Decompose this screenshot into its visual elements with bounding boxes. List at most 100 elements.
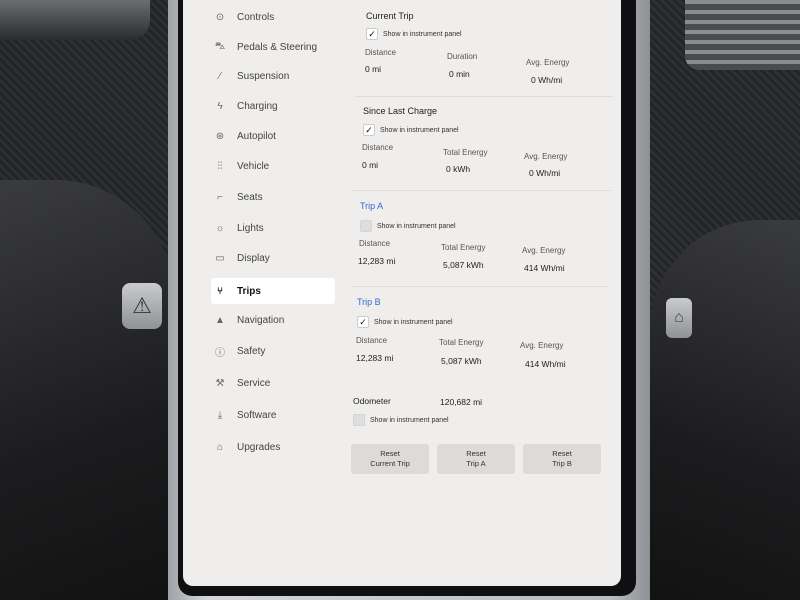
slc-distance-value: 0 mi — [362, 160, 379, 170]
current-trip-duration-value: 0 min — [449, 69, 470, 79]
glovebox-icon: ⌂ — [674, 309, 684, 326]
slc-total-energy-value: 0 kWh — [446, 164, 471, 174]
sliders-icon: ⫶⫶ — [217, 160, 223, 172]
slc-avg-energy-value: 0 Wh/mi — [529, 168, 561, 178]
trip-a-distance-label: Distance — [359, 239, 391, 248]
trip-a-avg-energy-label: Avg. Energy — [522, 246, 566, 255]
sidebar-item-vehicle[interactable]: ⫶⫶ Vehicle — [211, 153, 335, 179]
current-trip-show-checkbox[interactable]: ✓ Show in instrument panel — [366, 28, 462, 40]
button-label-line1: Reset — [466, 449, 486, 458]
sidebar-item-label: Pedals & Steering — [237, 41, 318, 53]
sidebar-item-safety[interactable]: ⓘ Safety — [211, 338, 335, 364]
trip-a-title: Trip A — [360, 201, 384, 211]
trip-a-distance-value: 12,283 mi — [358, 256, 396, 266]
odometer-show-checkbox[interactable]: ✓ Show in instrument panel — [353, 414, 449, 426]
sidebar-item-label: Charging — [237, 100, 278, 112]
trip-a-total-energy-value: 5,087 kWh — [443, 260, 484, 270]
button-label-line1: Reset — [380, 449, 400, 458]
touch-screen: ⊙ Controls ⛍ Pedals & Steering ⁄ Suspens… — [183, 0, 621, 586]
wrench-icon: ⚒ — [215, 377, 225, 389]
since-last-charge-title: Since Last Charge — [363, 106, 438, 116]
checkmark-icon: ✓ — [357, 316, 369, 328]
trip-b-title: Trip B — [357, 297, 381, 307]
sidebar-item-pedals-steering[interactable]: ⛍ Pedals & Steering — [211, 34, 335, 60]
sidebar-item-controls[interactable]: ⊙ Controls — [211, 4, 335, 30]
trip-b-show-checkbox[interactable]: ✓ Show in instrument panel — [357, 316, 453, 328]
sidebar-item-navigation[interactable]: ▲ Navigation — [211, 307, 335, 333]
checkmark-icon: ✓ — [366, 28, 378, 40]
dashboard-trim-right — [650, 220, 800, 600]
current-trip-duration-label: Duration — [447, 52, 478, 61]
trip-a-show-checkbox[interactable]: ✓ Show in instrument panel — [360, 220, 456, 232]
trip-b-distance-label: Distance — [356, 336, 388, 345]
sidebar-item-label: Controls — [237, 11, 275, 23]
odometer-label: Odometer — [353, 396, 391, 406]
reset-trip-a-button[interactable]: Reset Trip A — [437, 444, 515, 474]
current-trip-energy-label: Avg. Energy — [526, 58, 570, 67]
steering-wheel-icon: ⊛ — [215, 130, 225, 142]
sidebar-item-label: Lights — [237, 222, 264, 234]
sidebar-item-software[interactable]: ⤓ Software — [211, 402, 335, 428]
navigation-arrow-icon: ▲ — [215, 314, 225, 326]
current-trip-distance-label: Distance — [365, 48, 397, 57]
odometer-value: 120,682 mi — [440, 397, 483, 407]
checkmark-icon: ✓ — [363, 124, 375, 136]
seat-icon: ⌐ — [217, 191, 223, 203]
sidebar-item-label: Service — [237, 377, 271, 389]
divider — [351, 286, 609, 287]
light-icon: ☼ — [215, 222, 225, 234]
sidebar-item-trips[interactable]: ⑂ Trips — [211, 278, 335, 304]
sidebar-item-lights[interactable]: ☼ Lights — [211, 215, 335, 241]
settings-sidebar: ⊙ Controls ⛍ Pedals & Steering ⁄ Suspens… — [183, 0, 335, 586]
reset-current-trip-button[interactable]: Reset Current Trip — [351, 444, 429, 474]
sidebar-item-upgrades[interactable]: ⌂ Upgrades — [211, 434, 335, 460]
hazard-button[interactable]: ⚠ — [122, 283, 162, 329]
trips-panel: Current Trip ✓ Show in instrument panel … — [341, 0, 617, 586]
safety-icon: ⓘ — [215, 347, 225, 359]
display-icon: ▭ — [215, 252, 225, 264]
trips-icon: ⑂ — [217, 285, 223, 297]
sidebar-item-label: Display — [237, 252, 270, 264]
suspension-icon: ⁄ — [219, 70, 221, 82]
slc-avg-energy-label: Avg. Energy — [524, 152, 568, 161]
glovebox-button[interactable]: ⌂ — [666, 298, 692, 338]
checkbox-empty-icon: ✓ — [360, 220, 372, 232]
car-icon: ⛍ — [214, 40, 226, 52]
sidebar-item-label: Trips — [237, 285, 261, 297]
checkbox-empty-icon: ✓ — [353, 414, 365, 426]
button-label-line2: Current Trip — [370, 459, 410, 468]
since-last-charge-show-checkbox[interactable]: ✓ Show in instrument panel — [363, 124, 459, 136]
current-trip-energy-value: 0 Wh/mi — [531, 75, 563, 85]
trip-a-total-energy-label: Total Energy — [441, 243, 486, 252]
sidebar-item-label: Suspension — [237, 70, 290, 82]
checkbox-label: Show in instrument panel — [383, 30, 462, 38]
sidebar-item-seats[interactable]: ⌐ Seats — [211, 184, 335, 210]
sidebar-item-display[interactable]: ▭ Display — [211, 245, 335, 271]
bag-icon: ⌂ — [216, 441, 224, 453]
trip-a-avg-energy-value: 414 Wh/mi — [524, 263, 565, 273]
sidebar-item-label: Software — [237, 409, 277, 421]
button-label-line2: Trip A — [466, 459, 486, 468]
current-trip-title: Current Trip — [366, 11, 414, 21]
hazard-triangle-icon: ⚠ — [132, 293, 152, 318]
air-vent-left — [0, 0, 150, 40]
sidebar-item-label: Seats — [237, 191, 263, 203]
trip-b-avg-energy-label: Avg. Energy — [520, 341, 564, 350]
toggle-icon: ⊙ — [215, 11, 225, 23]
sidebar-item-label: Autopilot — [237, 130, 276, 142]
sidebar-item-autopilot[interactable]: ⊛ Autopilot — [211, 123, 335, 149]
checkbox-label: Show in instrument panel — [377, 222, 456, 230]
sidebar-item-suspension[interactable]: ⁄ Suspension — [211, 63, 335, 89]
dashboard-trim-left — [0, 180, 175, 600]
slc-distance-label: Distance — [362, 143, 394, 152]
button-label-line1: Reset — [552, 449, 572, 458]
lightning-icon: ϟ — [217, 100, 223, 112]
sidebar-item-label: Navigation — [237, 314, 285, 326]
divider — [355, 96, 613, 97]
slc-total-energy-label: Total Energy — [443, 148, 488, 157]
reset-trip-b-button[interactable]: Reset Trip B — [523, 444, 601, 474]
sidebar-item-charging[interactable]: ϟ Charging — [211, 93, 335, 119]
current-trip-distance-value: 0 mi — [365, 64, 382, 74]
sidebar-item-label: Upgrades — [237, 441, 281, 453]
sidebar-item-service[interactable]: ⚒ Service — [211, 370, 335, 396]
